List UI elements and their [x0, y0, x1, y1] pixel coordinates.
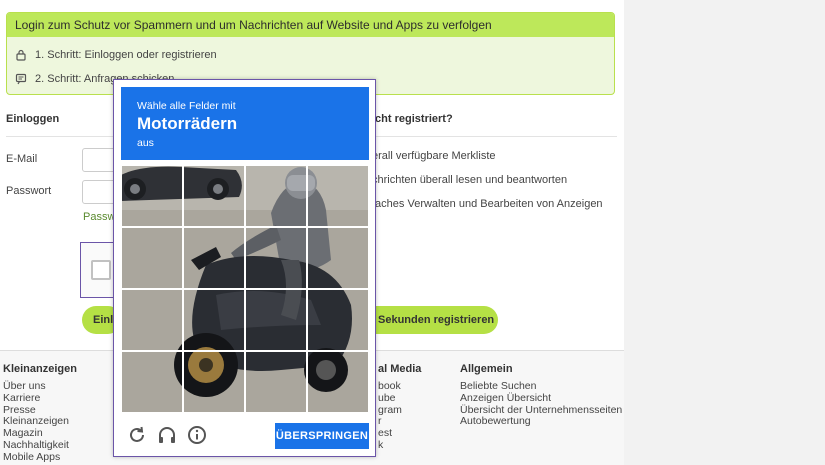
audio-icon[interactable]	[156, 424, 178, 446]
footer-heading: Kleinanzeigen	[3, 363, 77, 375]
step-1-text: 1. Schritt: Einloggen oder registrieren	[35, 49, 217, 61]
grid-tile[interactable]	[307, 289, 369, 351]
step-1: 1. Schritt: Einloggen oder registrieren	[15, 49, 217, 61]
footer-link[interactable]: Anzeigen Übersicht	[460, 392, 622, 405]
register-divider	[372, 136, 617, 137]
footer-heading: al Media	[378, 363, 422, 375]
challenge-instruction-suffix: aus	[137, 137, 154, 149]
grid-tile[interactable]	[183, 165, 245, 227]
benefit-1: erall verfügbare Merkliste	[372, 150, 496, 162]
footer-link[interactable]: Autobewertung	[460, 416, 622, 428]
banner-title: Login zum Schutz vor Spammern und um Nac…	[7, 13, 614, 37]
grid-tile[interactable]	[121, 351, 183, 413]
footer-link[interactable]: est	[378, 427, 421, 440]
skip-button[interactable]: ÜBERSPRINGEN	[275, 423, 369, 449]
login-divider	[6, 136, 116, 137]
grid-tile[interactable]	[307, 351, 369, 413]
info-icon[interactable]	[186, 424, 208, 446]
challenge-target: Motorrädern	[137, 114, 238, 133]
challenge-header: Wähle alle Felder mit Motorrädern aus	[121, 87, 369, 160]
login-heading: Einloggen	[6, 113, 60, 125]
footer-link[interactable]: gram	[378, 404, 421, 417]
password-label: Passwort	[6, 185, 52, 197]
footer-col-kleinanzeigen: Kleinanzeigen Über uns Karriere Presse K…	[3, 363, 77, 464]
recaptcha-challenge-popup: Wähle alle Felder mit Motorrädern aus ÜB…	[113, 79, 376, 457]
grid-tile[interactable]	[245, 289, 307, 351]
register-heading: icht registriert?	[372, 113, 453, 125]
grid-tile[interactable]	[245, 165, 307, 227]
grid-tile[interactable]	[183, 351, 245, 413]
grid-tile[interactable]	[121, 165, 183, 227]
email-label: E-Mail	[6, 153, 38, 165]
footer-link[interactable]: k	[378, 439, 421, 452]
challenge-image-grid	[121, 165, 369, 413]
challenge-instruction: Wähle alle Felder mit	[137, 100, 236, 112]
footer-link[interactable]: ube	[378, 392, 421, 405]
footer-col-social-media: al Media book ube gram r est k	[378, 363, 421, 452]
chat-icon	[15, 73, 27, 85]
grid-tile[interactable]	[121, 227, 183, 289]
grid-tile[interactable]	[121, 289, 183, 351]
footer-col-allgemein: Allgemein Beliebte Suchen Anzeigen Übers…	[460, 363, 622, 428]
grid-tile[interactable]	[245, 227, 307, 289]
grid-tile[interactable]	[307, 165, 369, 227]
footer-link[interactable]: Mobile Apps	[3, 451, 77, 464]
recaptcha-checkbox[interactable]	[91, 260, 111, 280]
benefit-3: faches Verwalten und Bearbeiten von Anze…	[372, 198, 603, 210]
footer-heading: Allgemein	[460, 363, 513, 375]
grid-tile[interactable]	[307, 227, 369, 289]
register-button[interactable]: Sekunden registrieren	[362, 306, 498, 334]
reload-icon[interactable]	[126, 424, 148, 446]
grid-tile[interactable]	[183, 227, 245, 289]
grid-tile[interactable]	[245, 351, 307, 413]
grid-tile[interactable]	[183, 289, 245, 351]
lock-icon	[16, 49, 26, 61]
footer-link[interactable]: Karriere	[3, 392, 77, 405]
footer-link[interactable]: Nachhaltigkeit	[3, 439, 77, 452]
benefit-2: chrichten überall lesen und beantworten	[372, 174, 568, 186]
